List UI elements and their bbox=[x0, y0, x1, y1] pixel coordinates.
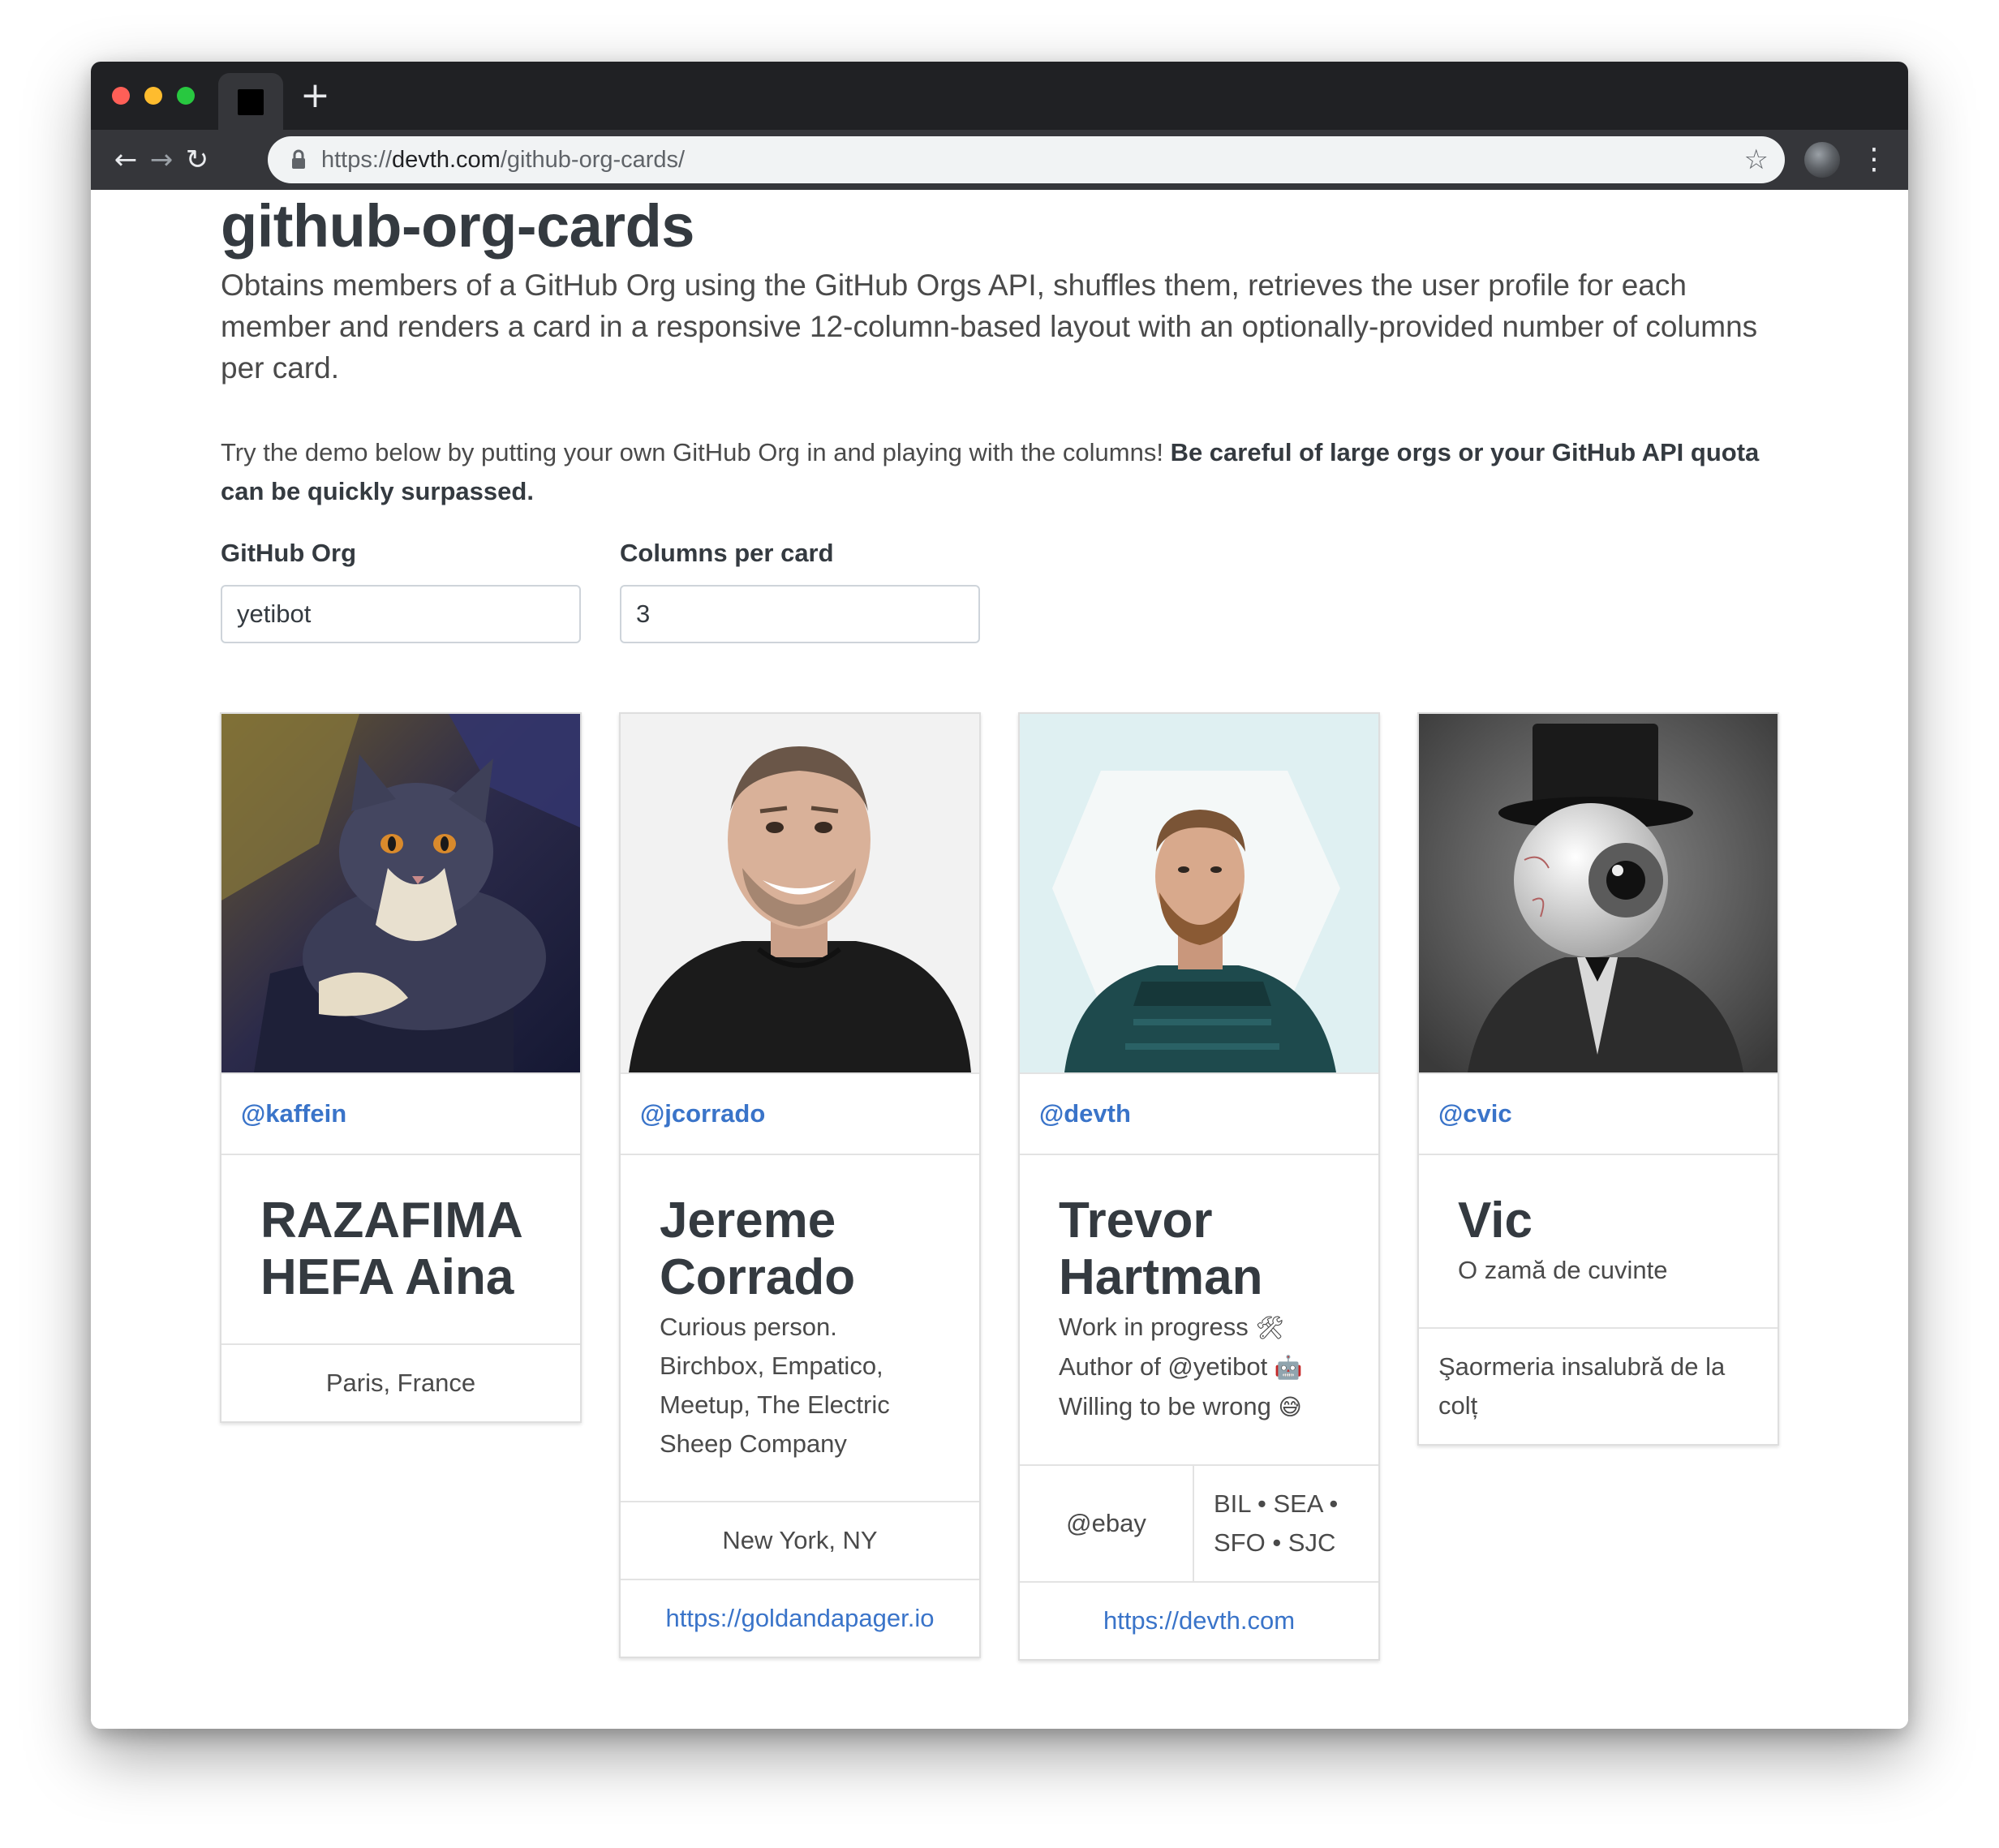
sweat-smile-icon: 😅 bbox=[1278, 1394, 1302, 1420]
avatar bbox=[221, 714, 580, 1072]
robot-icon: 🤖 bbox=[1274, 1354, 1303, 1381]
page-title: github-org-cards bbox=[221, 192, 694, 260]
url-text[interactable]: https://devth.com/github-org-cards/ bbox=[321, 136, 685, 183]
card-company: @ebay bbox=[1066, 1509, 1146, 1537]
card-location: Paris, France bbox=[221, 1343, 580, 1421]
card-name: Trevor Hartman bbox=[1059, 1193, 1263, 1305]
demo-instructions: Try the demo below by putting your own G… bbox=[221, 433, 1770, 511]
card-name: Vic bbox=[1458, 1193, 1533, 1248]
new-tab-button[interactable]: + bbox=[300, 76, 330, 115]
profile-avatar[interactable] bbox=[1804, 142, 1840, 178]
card-details-row: @ebay BIL • SEA • SFO • SJC bbox=[1020, 1464, 1378, 1581]
card-body: RAZAFIMA HEFA Aina bbox=[221, 1155, 580, 1343]
card-body: Vic O zamă de cuvinte bbox=[1419, 1155, 1778, 1327]
card-location: BIL • SEA • SFO • SJC bbox=[1193, 1466, 1378, 1581]
tab-strip: + bbox=[91, 62, 1908, 130]
card-bio: O zamă de cuvinte bbox=[1458, 1256, 1668, 1284]
forward-arrow-icon[interactable]: → bbox=[141, 140, 182, 180]
demo-instructions-text: Try the demo below by putting your own G… bbox=[221, 438, 1171, 466]
card-body: Jereme Corrado Curious person. Birchbox,… bbox=[621, 1155, 979, 1501]
columns-input[interactable] bbox=[620, 585, 980, 643]
card-bio: Curious person. Birchbox, Empatico, Meet… bbox=[660, 1313, 890, 1458]
page-lead: Obtains members of a GitHub Org using th… bbox=[221, 269, 1758, 385]
bio-line-wrong: Willing to be wrong bbox=[1059, 1392, 1271, 1420]
card-name: RAZAFIMA HEFA Aina bbox=[260, 1193, 522, 1305]
minimize-window-button[interactable] bbox=[144, 87, 162, 105]
cat-avatar-image bbox=[221, 714, 580, 1072]
tools-icon: 🛠 bbox=[1255, 1314, 1284, 1341]
card-bio: Work in progress 🛠 Author of @yetibot 🤖 … bbox=[1059, 1308, 1339, 1427]
browser-toolbar: ← → ↻ https://devth.com/github-org-cards… bbox=[91, 130, 1908, 190]
card-name: Jereme Corrado bbox=[660, 1193, 856, 1305]
avatar bbox=[1419, 714, 1778, 1072]
portrait-avatar-image bbox=[621, 714, 979, 1072]
browser-menu-icon[interactable]: ⋮ bbox=[1859, 140, 1889, 180]
avatar bbox=[1020, 714, 1378, 1072]
card-login-link[interactable]: @devth bbox=[1020, 1072, 1378, 1155]
card-blog-link[interactable]: https://goldandapager.io bbox=[621, 1579, 979, 1657]
card-blog-link[interactable]: https://devth.com bbox=[1020, 1581, 1378, 1659]
member-card-jcorrado: @jcorrado Jereme Corrado Curious person.… bbox=[619, 712, 981, 1658]
zoom-window-button[interactable] bbox=[177, 87, 195, 105]
url-scheme: https:// bbox=[321, 147, 393, 173]
portrait-avatar-image bbox=[1020, 714, 1378, 1072]
columns-label: Columns per card bbox=[620, 539, 834, 567]
avatar bbox=[621, 714, 979, 1072]
lock-icon bbox=[287, 148, 310, 172]
bio-line-work: Work in progress bbox=[1059, 1313, 1249, 1341]
member-card-devth: @devth Trevor Hartman Work in progress 🛠… bbox=[1018, 712, 1380, 1661]
card-login-link[interactable]: @jcorrado bbox=[621, 1072, 979, 1155]
member-card-kaffein: @kaffein RAZAFIMA HEFA Aina Paris, Franc… bbox=[220, 712, 582, 1423]
reload-icon[interactable]: ↻ bbox=[177, 140, 217, 180]
url-host: devth.com bbox=[392, 147, 501, 173]
card-login-link[interactable]: @cvic bbox=[1419, 1072, 1778, 1155]
back-arrow-icon[interactable]: ← bbox=[105, 140, 146, 180]
bookmark-star-icon[interactable]: ☆ bbox=[1744, 136, 1769, 183]
favicon-icon bbox=[238, 89, 264, 115]
card-location: New York, NY bbox=[621, 1501, 979, 1579]
org-input[interactable] bbox=[221, 585, 581, 643]
page-content: github-org-cards Obtains members of a Gi… bbox=[91, 190, 1908, 1729]
member-card-cvic: @cvic Vic O zamă de cuvinte Şaormeria in… bbox=[1417, 712, 1779, 1446]
browser-window: + ← → ↻ https://devth.com/github-org-car… bbox=[91, 62, 1908, 1729]
eyeball-avatar-image bbox=[1419, 714, 1778, 1072]
card-login-link[interactable]: @kaffein bbox=[221, 1072, 580, 1155]
url-path: /github-org-cards/ bbox=[500, 147, 686, 173]
bio-line-author: Author of @yetibot bbox=[1059, 1352, 1268, 1381]
card-location: Şaormeria insalubră de la colț bbox=[1419, 1327, 1778, 1444]
close-window-button[interactable] bbox=[112, 87, 130, 105]
org-label: GitHub Org bbox=[221, 539, 357, 567]
browser-tab-active[interactable] bbox=[218, 73, 283, 130]
card-body: Trevor Hartman Work in progress 🛠 Author… bbox=[1020, 1155, 1378, 1464]
address-bar[interactable]: https://devth.com/github-org-cards/ ☆ bbox=[268, 136, 1785, 183]
